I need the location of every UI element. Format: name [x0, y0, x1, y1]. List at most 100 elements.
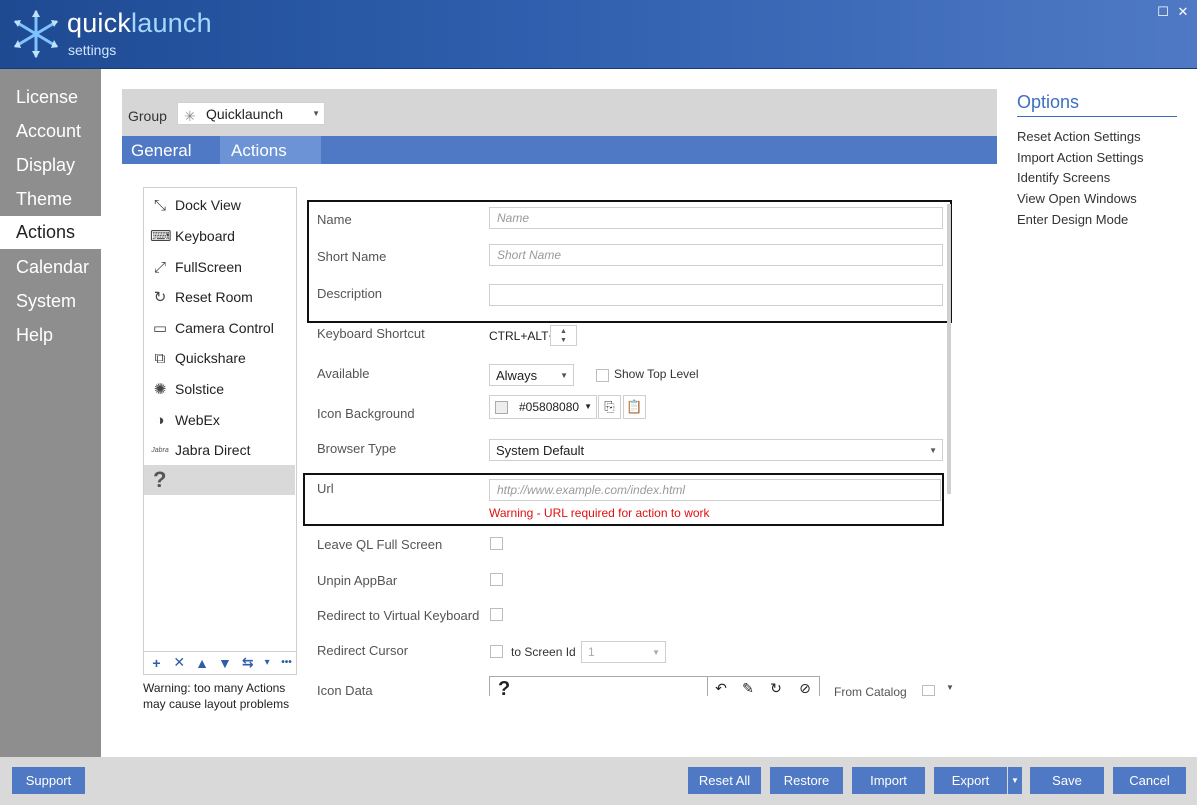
chevron-down-icon[interactable]: ▾ [261, 657, 273, 668]
nav-item-help[interactable]: Help [0, 320, 101, 350]
from-catalog-label: From Catalog [834, 685, 907, 699]
reset-action-settings-link[interactable]: Reset Action Settings [1017, 129, 1141, 144]
share-screen-icon: ⧉ [154, 349, 166, 367]
chevron-down-icon: ▼ [584, 402, 592, 411]
reset-all-button[interactable]: Reset All [688, 767, 761, 794]
list-item-camera-control[interactable]: ▭ Camera Control [150, 316, 274, 340]
short-name-label: Short Name [317, 249, 387, 264]
list-item-quickshare[interactable]: ⧉ Quickshare [150, 346, 246, 370]
edit-icon[interactable]: ✎ [736, 680, 760, 696]
url-field[interactable]: http://www.example.com/index.html [489, 479, 941, 501]
paste-color-icon[interactable]: 📋 [623, 395, 646, 419]
brand-launch: launch [131, 8, 212, 38]
too-many-actions-warning: Warning: too many Actions may cause layo… [143, 681, 290, 711]
form-scrollbar[interactable] [947, 204, 951, 494]
browser-type-value: System Default [496, 443, 585, 458]
nav-item-calendar[interactable]: Calendar [0, 252, 101, 282]
icon-background-picker[interactable]: #05808080 ▼ [489, 395, 597, 419]
group-select-value: Quicklaunch [206, 106, 284, 122]
chevron-down-icon: ▼ [929, 446, 937, 455]
swap-icon[interactable]: ⇆ [238, 654, 257, 671]
list-item-jabra-direct[interactable]: Jabra Jabra Direct [150, 438, 250, 462]
redirect-keyboard-checkbox[interactable] [490, 608, 503, 621]
nav-item-license[interactable]: License [0, 82, 101, 112]
maximize-icon[interactable]: ☐ [1157, 4, 1169, 19]
from-catalog-checkbox[interactable] [922, 685, 935, 696]
cancel-button[interactable]: Cancel [1113, 767, 1186, 794]
list-item-selected[interactable]: ? [144, 465, 295, 495]
list-item-fullscreen[interactable]: ⤢ FullScreen [150, 255, 242, 279]
description-field[interactable] [489, 284, 943, 306]
group-label: Group [128, 108, 167, 124]
screen-id-select[interactable]: 1 ▼ [581, 641, 666, 663]
group-select[interactable]: ✳ Quicklaunch ▼ [177, 102, 325, 125]
nav-item-theme[interactable]: Theme [0, 184, 101, 214]
quicklaunch-star-icon: ✳ [184, 108, 196, 124]
delete-icon[interactable]: ✕ [170, 654, 189, 671]
options-divider [1017, 116, 1177, 117]
list-item-webex[interactable]: ◑ WebEx [150, 408, 219, 432]
camera-icon: ▭ [152, 320, 168, 337]
list-item-reset-room[interactable]: ↻ Reset Room [150, 285, 253, 309]
unpin-appbar-checkbox[interactable] [490, 573, 503, 586]
refresh-icon: ↻ [153, 289, 167, 306]
export-dropdown-icon[interactable]: ▼ [1008, 767, 1022, 794]
leave-fullscreen-checkbox[interactable] [490, 537, 503, 550]
available-label: Available [317, 366, 370, 381]
keyboard-shortcut-label: Keyboard Shortcut [317, 326, 425, 341]
copy-color-icon[interactable]: ⎘ [598, 395, 621, 419]
keyboard-icon: ⌨ [150, 228, 172, 245]
move-down-icon[interactable]: ▼ [216, 655, 235, 671]
tab-actions[interactable]: Actions [220, 136, 321, 164]
add-icon[interactable]: + [147, 655, 166, 671]
nav-item-system[interactable]: System [0, 286, 101, 316]
chevron-down-icon: ▼ [652, 648, 660, 657]
identify-screens-link[interactable]: Identify Screens [1017, 170, 1110, 185]
nav-item-account[interactable]: Account [0, 116, 101, 146]
list-item-label: Camera Control [175, 320, 274, 336]
list-item-label: Keyboard [175, 228, 235, 244]
nav-item-actions[interactable]: Actions [0, 216, 101, 249]
solstice-icon: ✺ [153, 381, 167, 398]
list-item-solstice[interactable]: ✺ Solstice [150, 377, 224, 401]
more-icon[interactable]: ••• [277, 657, 296, 668]
url-label: Url [317, 481, 334, 496]
export-button[interactable]: Export [934, 767, 1007, 794]
available-select[interactable]: Always ▼ [489, 364, 574, 386]
show-top-level-label: Show Top Level [614, 367, 699, 381]
close-icon[interactable]: ✕ [1177, 4, 1189, 19]
compress-arrows-icon: ⤡ [153, 196, 166, 214]
list-item-keyboard[interactable]: ⌨ Keyboard [150, 224, 235, 248]
enter-design-mode-link[interactable]: Enter Design Mode [1017, 212, 1128, 227]
import-action-settings-link[interactable]: Import Action Settings [1017, 150, 1143, 165]
name-field[interactable]: Name [489, 207, 943, 229]
screen-id-value: 1 [588, 645, 595, 659]
browser-type-select[interactable]: System Default ▼ [489, 439, 943, 461]
list-item-label: Jabra Direct [175, 442, 251, 458]
undo-icon[interactable]: ↶ [709, 680, 733, 696]
import-button[interactable]: Import [852, 767, 925, 794]
clear-icon[interactable]: ⊘ [793, 680, 817, 696]
question-mark-icon: ? [153, 467, 167, 492]
short-name-field[interactable]: Short Name [489, 244, 943, 266]
keyboard-shortcut-stepper[interactable]: ▲ ▼ [550, 325, 577, 346]
list-item-dock-view[interactable]: ⤡ Dock View [150, 193, 241, 217]
view-open-windows-link[interactable]: View Open Windows [1017, 191, 1137, 206]
move-up-icon[interactable]: ▲ [193, 655, 212, 671]
support-button[interactable]: Support [12, 767, 85, 794]
tab-general[interactable]: General [122, 136, 220, 164]
list-item-label: Dock View [175, 197, 241, 213]
redirect-cursor-checkbox[interactable] [490, 645, 503, 658]
save-button[interactable]: Save [1030, 767, 1104, 794]
restore-button[interactable]: Restore [770, 767, 843, 794]
show-top-level-checkbox[interactable] [596, 369, 609, 382]
keyboard-shortcut-value[interactable]: CTRL+ALT+ [489, 329, 555, 343]
redirect-cursor-label: Redirect Cursor [317, 643, 409, 658]
redo-icon[interactable]: ↻ [764, 680, 788, 696]
nav-item-display[interactable]: Display [0, 150, 101, 180]
question-mark-icon: ? [498, 678, 511, 696]
expand-arrows-icon: ⤢ [153, 258, 166, 276]
options-title: Options [1017, 92, 1080, 112]
icon-background-label: Icon Background [317, 406, 415, 421]
chevron-down-icon[interactable]: ▼ [946, 683, 954, 692]
